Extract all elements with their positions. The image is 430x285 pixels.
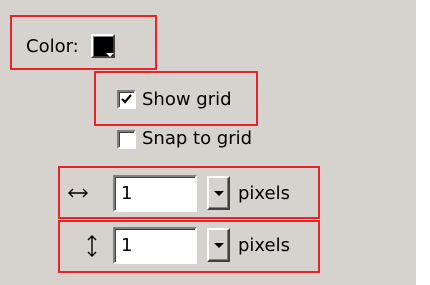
color-label: Color: (26, 36, 79, 57)
show-grid-checkbox[interactable] (117, 90, 136, 109)
horizontal-spacing-value: 1 (121, 183, 133, 204)
chevron-down-icon (214, 191, 224, 196)
chevron-down-icon (214, 243, 224, 248)
vertical-spacing-dropdown-button[interactable] (207, 228, 230, 262)
horizontal-arrows-icon (68, 188, 88, 198)
vertical-spacing-value: 1 (121, 235, 133, 256)
horizontal-spacing-unit: pixels (238, 183, 290, 204)
checkmark-icon (121, 94, 132, 104)
grid-settings-panel: Color: Show grid Snap to grid 1 pixels 1… (0, 0, 416, 285)
snap-to-grid-checkbox[interactable] (117, 130, 136, 149)
vertical-spacing-unit: pixels (238, 235, 290, 256)
show-grid-label[interactable]: Show grid (142, 89, 232, 111)
vertical-spacing-input[interactable]: 1 (113, 227, 197, 264)
snap-to-grid-label[interactable]: Snap to grid (142, 128, 252, 150)
vertical-arrows-icon (87, 235, 97, 257)
horizontal-spacing-input[interactable]: 1 (113, 175, 197, 212)
color-swatch-button[interactable] (91, 34, 115, 58)
horizontal-spacing-dropdown-button[interactable] (207, 176, 230, 210)
chevron-down-icon (106, 53, 114, 57)
